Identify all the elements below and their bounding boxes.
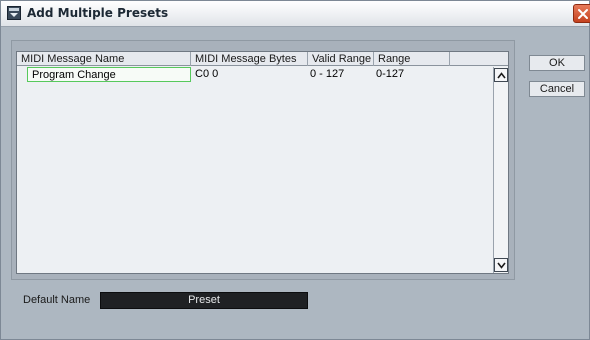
app-window-icon (7, 6, 21, 20)
scroll-down-button[interactable] (494, 258, 508, 272)
column-header-valid-range[interactable]: Valid Range (308, 52, 374, 66)
column-header-midi-message-bytes[interactable]: MIDI Message Bytes (191, 52, 308, 66)
chevron-up-icon (497, 72, 506, 79)
dialog-title: Add Multiple Presets (27, 6, 169, 20)
cell-midi-message-bytes[interactable]: C0 0 (191, 67, 308, 82)
default-name-field[interactable]: Preset (100, 292, 308, 309)
chevron-down-icon (497, 262, 506, 269)
table-row[interactable]: Program Change C0 0 0 - 127 0-127 (17, 67, 491, 82)
close-icon (578, 9, 588, 19)
add-multiple-presets-dialog: Add Multiple Presets MIDI Message Name M… (0, 0, 590, 340)
title-bar[interactable]: Add Multiple Presets (1, 1, 590, 27)
cancel-button[interactable]: Cancel (529, 81, 585, 97)
cell-valid-range: 0 - 127 (310, 68, 345, 80)
cell-range[interactable]: 0-127 (372, 67, 450, 82)
scroll-up-button[interactable] (494, 68, 508, 82)
column-header-midi-message-name[interactable]: MIDI Message Name (17, 52, 191, 66)
column-header-range[interactable]: Range (374, 52, 450, 66)
ok-button[interactable]: OK (529, 55, 585, 71)
midi-message-list[interactable]: MIDI Message Name MIDI Message Bytes Val… (16, 51, 509, 274)
list-header: MIDI Message Name MIDI Message Bytes Val… (17, 52, 508, 66)
vertical-scrollbar[interactable] (493, 67, 508, 273)
default-name-label: Default Name (23, 294, 91, 306)
cell-midi-message-name[interactable]: Program Change (27, 67, 191, 82)
close-button[interactable] (573, 4, 590, 23)
column-header-filler (450, 52, 508, 66)
